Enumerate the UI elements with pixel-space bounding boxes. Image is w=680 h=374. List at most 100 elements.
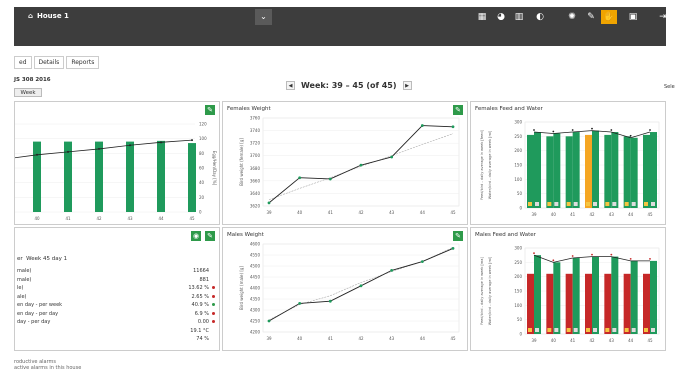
x-tick-label: 42 [96,216,102,221]
water-marker-icon [593,202,597,206]
feed-bar [585,134,592,208]
x-tick-label: 45 [189,216,195,221]
data-point [610,129,613,131]
feed-marker-icon [605,328,610,332]
target-line [268,247,454,321]
hand-icon[interactable]: ✋ [601,10,617,24]
egg-production-chart: 120 100 80 60 40 20 0 Egg/Hen/Day [%] 40 41 42 43 44… [15,122,217,221]
bar [95,141,103,212]
edit-icon[interactable]: ✎ [583,10,599,24]
stat-label: en day - per day [17,310,59,317]
y-tick-label: 40 [199,180,205,185]
data-point [160,141,162,144]
next-week-button[interactable]: ▶ [402,81,412,90]
chevron-down-icon[interactable]: ⌄ [255,9,272,25]
data-point [267,201,271,205]
water-marker-icon [631,328,636,332]
x-tick-label: 42 [589,212,595,217]
x-tick-label: 45 [647,338,653,343]
data-point [629,134,632,137]
data-point [533,129,535,131]
y-tick-label: 100 [199,136,207,141]
eye-icon[interactable]: ◉ [191,231,201,241]
stat-value: 40.9 % [191,302,209,309]
y-tick-label: 3740 [250,128,261,133]
feed-marker-icon [624,328,629,332]
stat-label: en day - per week [17,302,63,309]
stat-row: ale) 2.65 % [17,293,215,302]
females-weight-chart: 3760 3740 3720 3700 3680 3660 3640 3620 39 40 41 42… [239,116,460,215]
status-dot [212,320,215,324]
data-point [552,130,555,133]
data-point [298,302,302,305]
screen-icon[interactable]: ▣ [625,10,641,24]
stat-label: male) [17,276,32,283]
y-axis-label: Egg/Hen/Day [%] [212,151,217,186]
eggs-icon[interactable]: ◕ [493,10,509,24]
select-label[interactable]: Sele [664,84,675,90]
prev-week-button[interactable]: ◀ [286,81,295,90]
stat-value: 74 % [196,336,209,343]
data-point [359,284,363,288]
water-bar [534,132,541,208]
y-tick-label: 150 [514,163,522,168]
males-weight-chart: 4600 4550 4500 4450 4400 4350 4300 4250 4200 39 40… [239,242,460,341]
y-tick-label: 0 [199,210,202,215]
tab-details[interactable]: Details [33,56,65,69]
y-axis-label: Bird weight (female) [g] [239,138,244,186]
sun-icon[interactable]: ✺ [564,10,580,24]
clock-icon[interactable]: ◐ [532,10,548,24]
y-axis-label-2: Water/bird - daily average in week [ml] [488,130,492,199]
week-navigator: ◀ Week: 39 – 45 (of 45) ▶ [286,81,412,90]
y-tick-label: 4350 [250,297,261,302]
stat-value: 6.9 % [194,310,209,317]
tab-ed[interactable]: ed [14,56,32,69]
data-point [591,127,593,130]
y-tick-label: 4550 [250,253,261,258]
water-bar [553,133,561,208]
week-button[interactable]: Week [14,88,42,97]
water-marker-icon [573,202,578,206]
y-tick-label: 100 [514,177,522,182]
x-tick-label: 44 [420,210,426,215]
females-feed-water-chart: 300 250 200 150 100 50 0 39 40 41 42 43 44 45 Feed/bir… [480,120,660,217]
data-point [649,129,651,131]
data-point [267,319,271,323]
y-tick-label: 4600 [250,242,261,247]
x-tick-label: 44 [628,338,634,343]
y-tick-label: 3620 [250,204,261,209]
stat-value: 19.1 °C [190,327,209,334]
x-tick-label: 43 [389,336,395,341]
y-tick-label: 80 [199,151,205,156]
house-selector[interactable]: ⌂ House 1 [28,12,69,20]
panel-males-feed-water: Males Feed and Water 300 250 200 150 100 50 0 3… [470,227,666,351]
feed-bar [527,134,534,208]
edit-icon[interactable]: ✎ [205,231,215,241]
data-point [451,247,455,250]
tab-reports[interactable]: Reports [66,56,100,69]
stat-row: male) 11664 [17,267,215,276]
x-tick-label: 40 [34,216,40,221]
x-tick-label: 39 [531,338,537,343]
water-marker-icon [651,328,655,332]
status-dot [212,303,215,307]
bar [126,141,134,212]
feed-bar [604,134,612,208]
water-marker-icon [535,202,539,206]
data-point [451,125,455,129]
x-tick-label: 45 [647,212,653,217]
water-bar [592,130,599,208]
stat-value: 881 [199,276,209,283]
feed-bar [604,273,612,334]
y-tick-label: 4450 [250,275,261,280]
water-bar [611,256,619,334]
logout-icon[interactable]: ⇥ [655,10,671,24]
home-icon: ⌂ [28,12,34,20]
data-point [67,150,69,153]
grid-icon[interactable]: ▦ [474,10,490,24]
barn-icon[interactable]: ▥ [511,10,527,24]
status-dot [212,311,215,315]
water-bar [592,256,599,334]
feed-marker-icon [547,202,552,206]
stat-row: le) 13.62 % [17,284,215,293]
